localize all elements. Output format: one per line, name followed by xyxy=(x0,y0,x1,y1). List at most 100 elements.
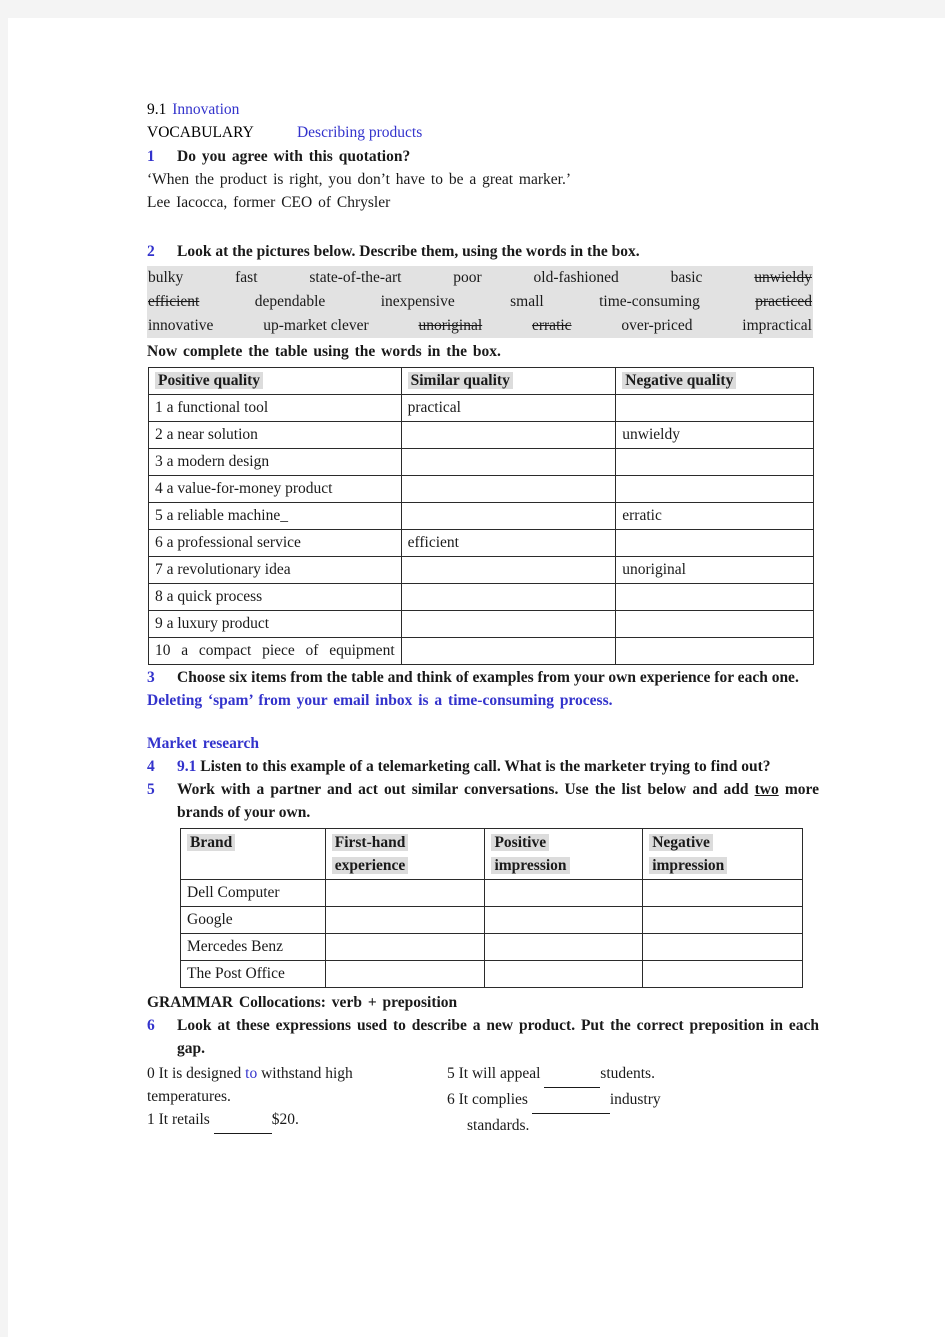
gapfill-text-before: It retails xyxy=(158,1111,214,1128)
cell-similar[interactable] xyxy=(400,475,617,503)
cell-positive-impression[interactable] xyxy=(484,906,644,934)
cell-similar[interactable] xyxy=(400,610,617,638)
gapfill-blank[interactable] xyxy=(531,1090,610,1114)
word-box-line: efficient dependable inexpensive small time-… xyxy=(147,290,813,314)
cell-negative[interactable] xyxy=(615,475,814,503)
gapfill-blank[interactable] xyxy=(213,1110,272,1134)
exercise-3-number: 3 xyxy=(147,669,155,686)
cell-negative[interactable] xyxy=(615,448,814,476)
cell-positive[interactable]: 2 a near solution xyxy=(148,421,402,449)
word-box-item: efficient xyxy=(148,293,200,310)
cell-positive[interactable]: 9 a luxury product xyxy=(148,610,402,638)
cell-positive-impression[interactable] xyxy=(484,960,644,988)
cell-negative[interactable]: unwieldy xyxy=(615,421,814,449)
audio-track-number[interactable]: 9.1 xyxy=(177,758,196,775)
cell-positive-impression[interactable] xyxy=(484,879,644,907)
cell-positive[interactable]: 3 a modern design xyxy=(148,448,402,476)
cell-negative[interactable] xyxy=(615,610,814,638)
gapfill-number: 1 xyxy=(147,1111,159,1128)
table-row: Google xyxy=(180,906,803,934)
cell-similar[interactable]: efficient xyxy=(400,529,617,557)
exercise-4-prompt-wrap: 9.1 Listen to this example of a telemark… xyxy=(177,755,819,778)
cell-similar[interactable] xyxy=(400,637,617,665)
grammar-column-right: 5 It will appeal students. 6 It complies … xyxy=(447,1062,807,1137)
word-box-item: practiced xyxy=(755,293,812,310)
qualities-table: Positive quality Similar quality Negative … xyxy=(148,367,814,665)
exercise-4-number: 4 xyxy=(147,758,155,775)
cell-negative-impression[interactable] xyxy=(642,960,803,988)
gapfill-answer[interactable]: to xyxy=(245,1065,257,1082)
word-box-item: basic xyxy=(670,269,703,286)
cell-similar[interactable]: practical xyxy=(400,394,617,422)
exercise-1: 1 Do you agree with this quotation? xyxy=(147,145,819,168)
grammar-label: GRAMMAR xyxy=(147,994,234,1011)
cell-negative-impression[interactable] xyxy=(642,933,803,961)
exercise-6-prompt: Look at these expressions used to descri… xyxy=(177,1017,819,1057)
cell-negative-impression[interactable] xyxy=(642,879,803,907)
word-box-item: innovative xyxy=(148,317,214,334)
cell-negative[interactable]: erratic xyxy=(615,502,814,530)
cell-first-hand-experience[interactable] xyxy=(324,906,486,934)
column-header: Negative quality xyxy=(615,367,814,395)
cell-first-hand-experience[interactable] xyxy=(324,933,486,961)
word-box-item: up-market clever xyxy=(263,317,369,334)
vocabulary-heading: VOCABULARY Describing products xyxy=(147,121,819,145)
gapfill-line: 1 It retails $20. xyxy=(147,1108,447,1134)
cell-similar[interactable] xyxy=(400,448,617,476)
exercise-5-number: 5 xyxy=(147,781,155,798)
unit-number: 9.1 xyxy=(147,101,167,118)
word-box-item: small xyxy=(510,293,544,310)
word-box-line: bulky fast state-of-the-art poor old-fashion… xyxy=(147,266,813,290)
table-header-row: Positive quality Similar quality Negative … xyxy=(148,367,814,395)
table-row: 4 a value-for-money product xyxy=(148,475,814,503)
cell-positive[interactable]: 6 a professional service xyxy=(148,529,402,557)
table-row: Dell Computer xyxy=(180,879,803,907)
cell-negative[interactable] xyxy=(615,394,814,422)
cell-similar[interactable] xyxy=(400,583,617,611)
exercise-3: 3 Choose six items from the table and th… xyxy=(147,666,819,689)
column-header: Similar quality xyxy=(400,367,617,395)
gapfill-line: 6 It complies industry xyxy=(447,1088,807,1114)
cell-similar[interactable] xyxy=(400,556,617,584)
quotation-text: ‘When the product is right, you don’t ha… xyxy=(147,171,572,188)
quotation-attribution: Lee Iacocca, former CEO of Chrysler xyxy=(147,194,391,211)
cell-negative[interactable] xyxy=(615,637,814,665)
cell-similar[interactable] xyxy=(400,502,617,530)
table-row: 2 a near solution unwieldy xyxy=(148,421,814,449)
cell-negative[interactable] xyxy=(615,529,814,557)
grammar-title: Collocations: verb + preposition xyxy=(238,994,458,1011)
gapfill-blank[interactable] xyxy=(544,1064,601,1088)
example-plain-part: Deleting ‘spam’ from your email xyxy=(147,692,376,709)
word-box-item: time-consuming xyxy=(599,293,700,310)
cell-positive[interactable]: 7 a revolutionary idea xyxy=(148,556,402,584)
exercise-3-example: Deleting ‘spam’ from your email inbox is… xyxy=(147,689,819,712)
cell-positive[interactable]: 10 a compact piece of equipment xyxy=(148,637,402,665)
gapfill-item: 1 It retails $20. xyxy=(147,1108,447,1134)
cell-similar[interactable] xyxy=(400,421,617,449)
gapfill-number: 5 xyxy=(447,1065,459,1082)
grammar-column-left: 0 It is designed to withstand high temper… xyxy=(147,1062,447,1137)
cell-positive-impression[interactable] xyxy=(484,933,644,961)
table-header-row: Brand First-hand experience Positive impress… xyxy=(180,828,803,880)
gapfill-item: 5 It will appeal students. xyxy=(447,1062,807,1088)
cell-positive[interactable]: 4 a value-for-money product xyxy=(148,475,402,503)
cell-negative[interactable] xyxy=(615,583,814,611)
exercise-3-prompt: Choose six items from the table and thin… xyxy=(177,669,799,686)
cell-positive[interactable]: 5 a reliable machine_ xyxy=(148,502,402,530)
column-header: Negative impression xyxy=(642,828,803,880)
cell-first-hand-experience[interactable] xyxy=(324,960,486,988)
word-box-item: state-of-the-art xyxy=(309,269,402,286)
cell-negative[interactable]: unoriginal xyxy=(615,556,814,584)
cell-first-hand-experience[interactable] xyxy=(324,879,486,907)
gapfill-continuation: standards. xyxy=(467,1117,530,1134)
table-row: 10 a compact piece of equipment xyxy=(148,637,814,665)
word-box-item: poor xyxy=(453,269,482,286)
cell-brand: Google xyxy=(180,906,326,934)
exercise-5-prompt: Work with a partner and act out similar … xyxy=(177,778,819,824)
exercise-1-prompt: Do you agree with this quotation? xyxy=(177,148,411,165)
cell-negative-impression[interactable] xyxy=(642,906,803,934)
cell-positive[interactable]: 8 a quick process xyxy=(148,583,402,611)
table-row: 5 a reliable machine_ erratic xyxy=(148,502,814,530)
cell-positive[interactable]: 1 a functional tool xyxy=(148,394,402,422)
